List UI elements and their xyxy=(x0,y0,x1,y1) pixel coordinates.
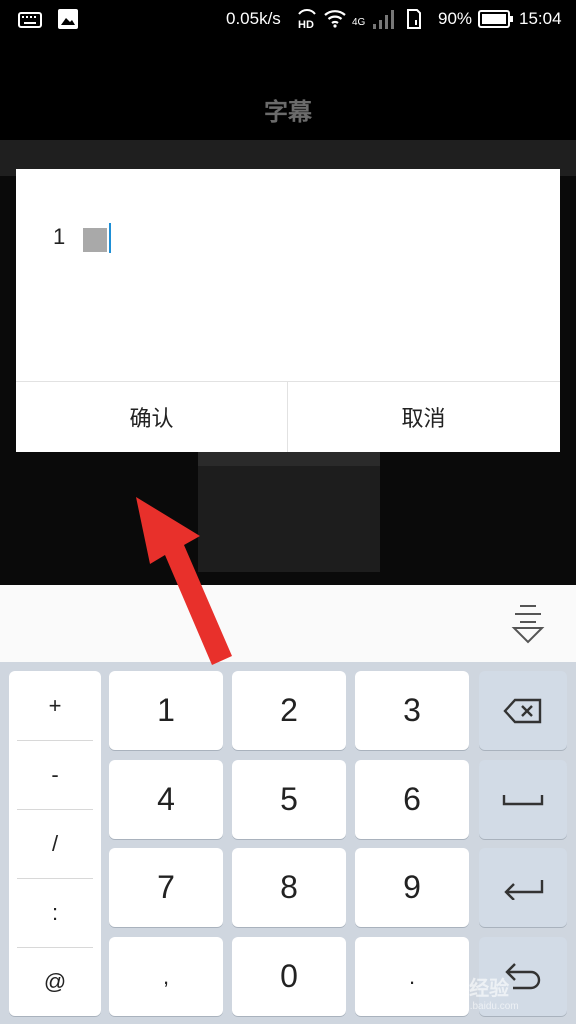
app-header: 字幕 xyxy=(0,40,576,140)
text-cursor xyxy=(109,223,111,253)
confirm-button[interactable]: 确认 xyxy=(16,382,287,452)
subtitle-text-input[interactable]: 1 xyxy=(16,169,560,381)
keyboard-toolbar xyxy=(0,585,576,662)
input-value: 1 xyxy=(53,224,66,249)
key-3[interactable]: 3 xyxy=(355,671,469,750)
backspace-icon xyxy=(503,698,542,723)
key-9[interactable]: 9 xyxy=(355,848,469,927)
symbol-key[interactable]: @ xyxy=(9,947,101,1016)
hd-icon: HD xyxy=(298,9,316,30)
symbol-key[interactable]: - xyxy=(9,740,101,809)
signal-icon xyxy=(373,10,394,29)
symbol-key[interactable]: / xyxy=(9,809,101,878)
svg-text:4G: 4G xyxy=(352,17,366,26)
enter-key[interactable] xyxy=(479,848,567,927)
key-7[interactable]: 7 xyxy=(109,848,223,927)
network-speed: 0.05k/s xyxy=(226,9,281,28)
symbol-key[interactable]: + xyxy=(9,671,101,740)
key-8[interactable]: 8 xyxy=(232,848,346,927)
cancel-button[interactable]: 取消 xyxy=(288,382,559,452)
clock: 15:04 xyxy=(519,9,562,28)
keyboard-icon xyxy=(18,12,42,28)
page-title: 字幕 xyxy=(264,98,312,126)
symbol-key[interactable]: : xyxy=(9,878,101,947)
wifi-icon xyxy=(324,10,346,28)
blurred-text xyxy=(83,228,107,252)
video-frame-highlight xyxy=(198,452,380,466)
key-6[interactable]: 6 xyxy=(355,760,469,839)
enter-icon xyxy=(504,879,544,900)
key-5[interactable]: 5 xyxy=(232,760,346,839)
space-key[interactable] xyxy=(479,760,567,839)
key-2[interactable]: 2 xyxy=(232,671,346,750)
key-0[interactable]: 0 xyxy=(232,937,346,1016)
symbol-column: + - / : @ xyxy=(9,671,101,1016)
image-icon xyxy=(58,9,78,29)
svg-text:HD: HD xyxy=(298,19,314,30)
watermark-line2: jingyan.baidu.com xyxy=(438,1001,519,1012)
key-4[interactable]: 4 xyxy=(109,760,223,839)
backspace-key[interactable] xyxy=(479,671,567,750)
keyboard-hide-icon[interactable] xyxy=(506,600,550,646)
baidu-watermark: Bai经验 jingyan.baidu.com xyxy=(438,972,558,1016)
battery-percent: 90% xyxy=(438,9,473,28)
key-1[interactable]: 1 xyxy=(109,671,223,750)
subtitle-input-dialog: 1 确认 取消 xyxy=(16,169,560,452)
status-bar: 0.05k/s HD 4G 90% 15:04 xyxy=(0,0,576,40)
key-comma[interactable]: , xyxy=(109,937,223,1016)
4g-icon: 4G xyxy=(352,17,366,26)
watermark-line1: Bai经验 xyxy=(438,978,510,1000)
sim-icon xyxy=(407,9,421,29)
video-frame xyxy=(198,452,380,572)
battery-icon xyxy=(478,10,513,28)
space-icon xyxy=(502,794,544,805)
